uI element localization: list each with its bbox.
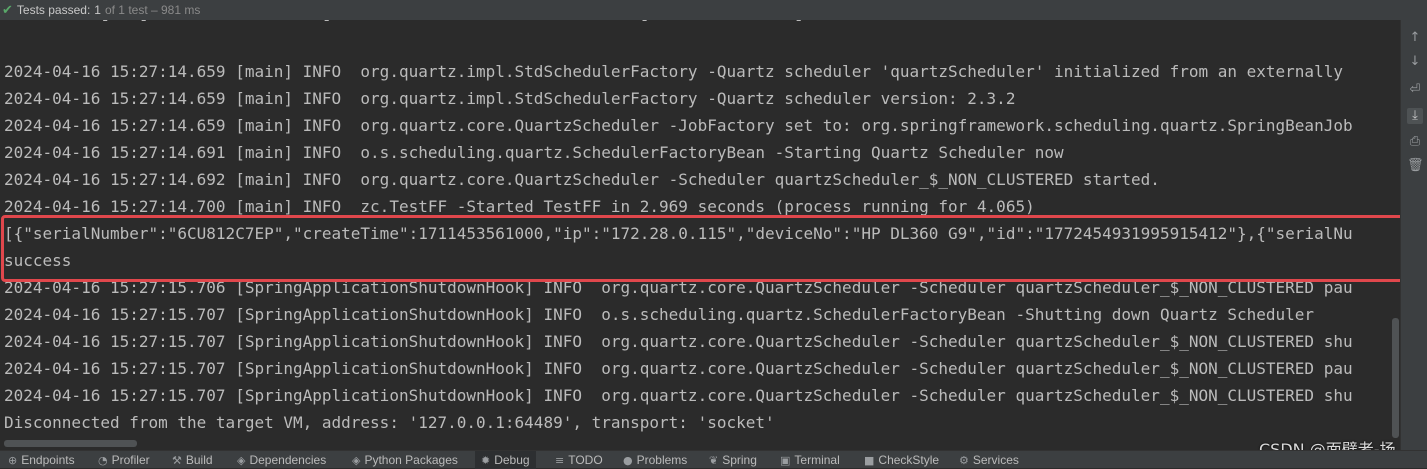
tab-build[interactable]: ⚒ Build: [172, 451, 213, 469]
tab-problems[interactable]: ● Problems: [623, 451, 687, 469]
tab-python-packages[interactable]: ◈ Python Packages: [352, 451, 458, 469]
tab-label: Problems: [636, 453, 688, 467]
arrow-down-icon[interactable]: ↓: [1407, 54, 1423, 70]
console-line: 2024-04-16 15:27:14.659 [main] INFO org.…: [4, 89, 1016, 108]
tab-label: Services: [972, 453, 1019, 467]
console-line: 2024-04-16 15:27:14.691 [main] INFO o.s.…: [4, 143, 1064, 162]
print-icon[interactable]: ⎙: [1407, 134, 1423, 150]
tests-passed-detail: of 1 test – 981 ms: [104, 3, 201, 17]
tab-label: Python Packages: [364, 453, 458, 467]
console-line: 2024-04-16 15:27:14.659 [main] INFO org.…: [4, 62, 1343, 81]
console-line: 2024-04-16 15:27:15.706 [SpringApplicati…: [4, 278, 1353, 297]
problems-icon: ●: [623, 453, 633, 467]
soft-wrap-icon[interactable]: ⏎: [1407, 82, 1423, 98]
check-icon: ✔: [2, 2, 13, 17]
console-line-disconnected: Disconnected from the target VM, address…: [4, 413, 775, 432]
console-line-success: success: [4, 251, 72, 270]
spring-icon: ❦: [709, 453, 719, 467]
console-line: 2024-04-16 15:27:15.707 [SpringApplicati…: [4, 359, 1353, 378]
endpoints-icon: ⊕: [8, 453, 18, 467]
console-line: 2024-04-16 15:27:15.707 [SpringApplicati…: [4, 305, 1315, 324]
debug-icon: ✹: [481, 453, 491, 467]
scroll-to-end-icon[interactable]: ⤓: [1407, 108, 1423, 124]
tests-passed-label: Tests passed:: [16, 3, 91, 17]
tab-profiler[interactable]: ◔ Profiler: [98, 451, 150, 469]
tool-window-bar: ⊕ Endpoints ◔ Profiler ⚒ Build ◈ Depende…: [0, 450, 1427, 469]
profiler-icon: ◔: [98, 453, 108, 467]
tab-label: Profiler: [111, 453, 150, 467]
tab-label: Debug: [494, 453, 530, 467]
tab-label: Build: [185, 453, 213, 467]
console-output[interactable]: - - - - - 2024-04-16 15:27:14.659 [main]…: [0, 20, 1400, 450]
tab-label: Dependencies: [249, 453, 327, 467]
terminal-icon: ▣: [780, 453, 791, 467]
tab-todo[interactable]: ≡ TODO: [555, 451, 603, 469]
build-icon: ⚒: [172, 453, 182, 467]
tab-debug[interactable]: ✹ Debug: [475, 451, 536, 469]
tab-services[interactable]: ⚙ Services: [959, 451, 1019, 469]
python-packages-icon: ◈: [352, 453, 361, 467]
console-line: 2024-04-16 15:27:14.692 [main] INFO org.…: [4, 170, 1160, 189]
console-toolbar: ↑ ↓ ⏎ ⤓ ⎙ 🗑: [1400, 20, 1427, 450]
tab-label: TODO: [568, 453, 603, 467]
console-line-partial: - - - - -: [4, 20, 823, 33]
tab-label: Endpoints: [21, 453, 75, 467]
tab-spring[interactable]: ❦ Spring: [709, 451, 757, 469]
services-icon: ⚙: [959, 453, 969, 467]
horizontal-scrollbar-track[interactable]: [0, 438, 1400, 450]
horizontal-scrollbar-thumb[interactable]: [4, 440, 137, 447]
console-line: 2024-04-16 15:27:14.659 [main] INFO org.…: [4, 116, 1353, 135]
tab-label: Terminal: [794, 453, 840, 467]
tab-terminal[interactable]: ▣ Terminal: [780, 451, 840, 469]
todo-icon: ≡: [555, 453, 565, 467]
tab-checkstyle[interactable]: ■ CheckStyle: [864, 451, 939, 469]
console-line-json-result: [{"serialNumber":"6CU812C7EP","createTim…: [4, 224, 1353, 243]
tab-label: Spring: [722, 453, 757, 467]
dependencies-icon: ◈: [237, 453, 246, 467]
tab-label: CheckStyle: [878, 453, 940, 467]
vertical-scrollbar-thumb[interactable]: [1392, 318, 1399, 438]
tab-dependencies[interactable]: ◈ Dependencies: [237, 451, 326, 469]
trash-icon[interactable]: 🗑: [1407, 158, 1424, 174]
console-line: 2024-04-16 15:27:15.707 [SpringApplicati…: [4, 386, 1353, 405]
checkstyle-icon: ■: [864, 453, 875, 467]
console-line: 2024-04-16 15:27:14.700 [main] INFO zc.T…: [4, 197, 1035, 216]
test-status-bar: ✔ Tests passed: 1 of 1 test – 981 ms: [0, 0, 1427, 20]
console-line: 2024-04-16 15:27:15.707 [SpringApplicati…: [4, 332, 1353, 351]
tab-endpoints[interactable]: ⊕ Endpoints: [8, 451, 75, 469]
tests-passed-count: 1: [94, 3, 101, 17]
arrow-up-icon[interactable]: ↑: [1407, 30, 1423, 46]
